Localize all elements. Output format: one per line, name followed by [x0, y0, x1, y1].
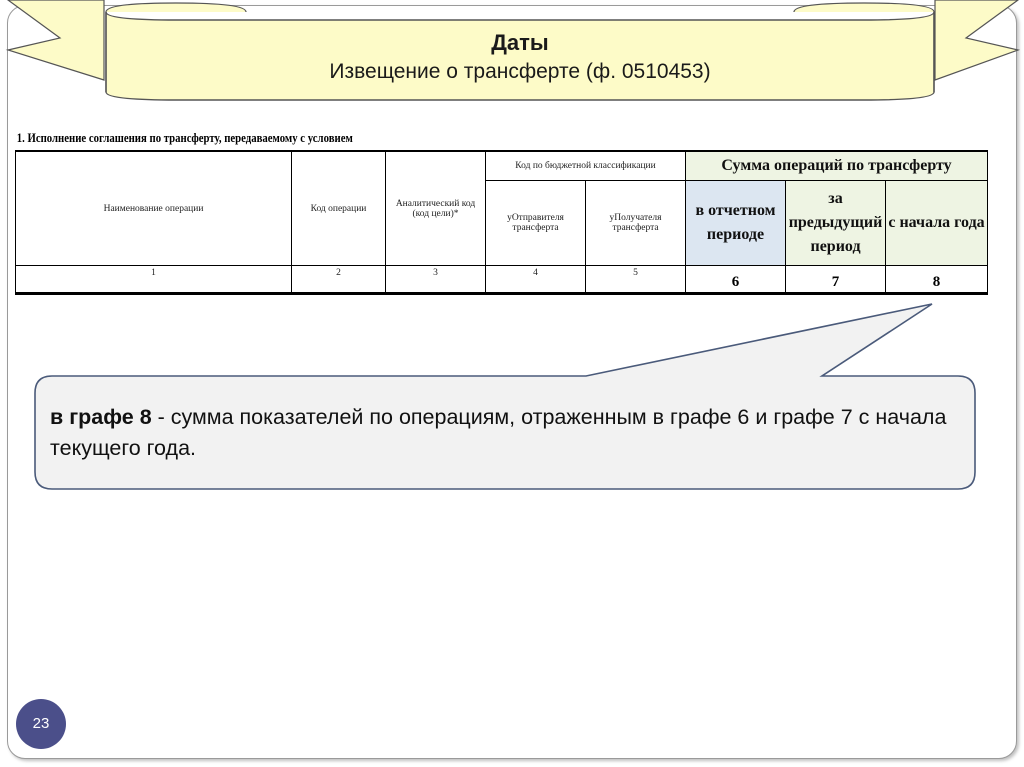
callout-text: в графе 8 - сумма показателей по операци… — [50, 402, 950, 464]
page-number-badge: 23 — [16, 699, 66, 749]
callout-bold: в графе 8 — [50, 405, 152, 429]
callout-bubble — [34, 303, 976, 490]
slide: Даты Извещение о трансферте (ф. 0510453)… — [0, 0, 1024, 767]
callout-rest: - сумма показателей по операциям, отраже… — [50, 405, 947, 460]
